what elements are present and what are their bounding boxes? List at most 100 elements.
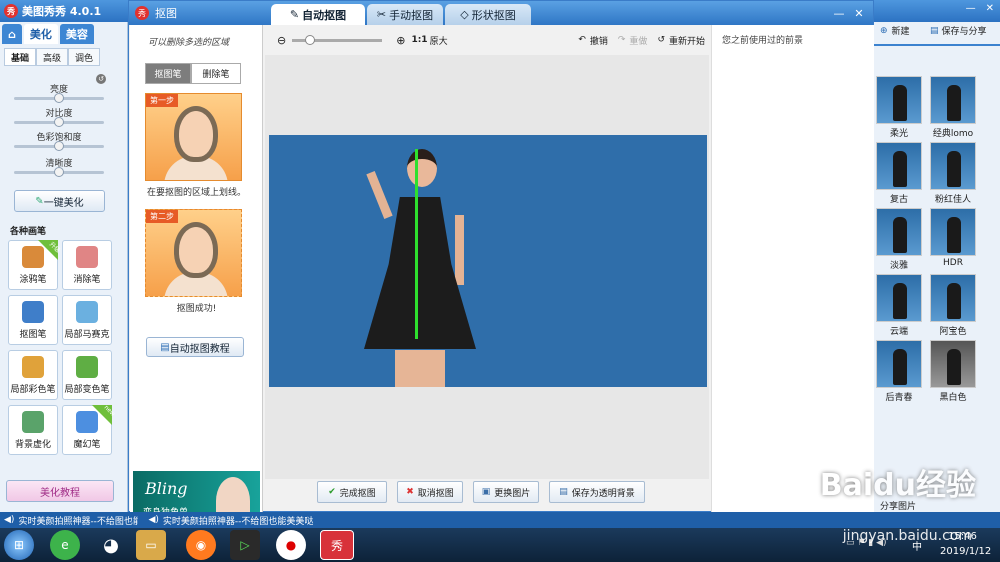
redo-icon: ↷: [617, 35, 626, 45]
effect-thumb-2-0[interactable]: [876, 208, 922, 256]
effect-thumb-1-1[interactable]: [930, 142, 976, 190]
brightness-knob[interactable]: [54, 93, 64, 103]
clock-date[interactable]: 2019/1/12: [940, 546, 991, 557]
effect-figure: [947, 151, 961, 187]
zoom-slider[interactable]: [292, 34, 383, 45]
saturation-slider[interactable]: [14, 141, 104, 151]
subtab-basic[interactable]: 基础: [4, 48, 36, 66]
brush-icon: [22, 301, 44, 323]
brush-tool-2[interactable]: 抠图笔: [8, 295, 58, 345]
effect-figure: [947, 349, 961, 385]
tab-auto-cutout[interactable]: ✎ 自动抠图: [271, 4, 365, 25]
close-button[interactable]: ✕: [851, 5, 867, 21]
taskbar-recorder-icon[interactable]: ●: [276, 530, 306, 560]
status-text-right[interactable]: 实时美颜拍照神器--不给图也能美美哒: [163, 514, 314, 527]
erase-pen-tab[interactable]: 删除笔: [191, 63, 241, 84]
brush-label: 涂鸦笔: [19, 275, 47, 285]
app-close-button[interactable]: ✕: [986, 3, 994, 14]
tab-shape-cutout-label: 形状抠图: [471, 8, 516, 22]
subtab-color[interactable]: 调色: [68, 48, 100, 66]
effect-thumb-2-1[interactable]: [930, 208, 976, 256]
taskbar-explorer-icon[interactable]: ▭: [136, 530, 166, 560]
contrast-slider[interactable]: [14, 117, 104, 127]
effect-thumb-3-0[interactable]: [876, 274, 922, 322]
taskbar-qq-icon[interactable]: ◕: [96, 530, 126, 560]
effect-label: 阿宝色: [939, 327, 967, 337]
magic-wand-icon: ✎: [35, 195, 44, 207]
redo-button[interactable]: 重做: [629, 34, 647, 47]
save-share-button[interactable]: ▤ 保存与分享: [930, 24, 987, 38]
brush-icon: [22, 411, 44, 433]
undo-button[interactable]: 撤销: [590, 34, 608, 47]
auto-cutout-tutorial-button[interactable]: ▤ 自动抠图教程: [146, 337, 244, 357]
brush-tool-6[interactable]: 背景虚化: [8, 405, 58, 455]
zoom-knob[interactable]: [305, 34, 316, 45]
one-click-beautify-button[interactable]: ✎ 一键美化: [14, 190, 105, 212]
beautify-tutorial-label: 美化教程: [40, 487, 80, 499]
pen-icon: ✎: [289, 8, 300, 21]
photo-arm-right: [455, 215, 464, 285]
finish-cutout-button[interactable]: ✔ 完成抠图: [317, 481, 387, 503]
taskbar-360-icon[interactable]: e: [50, 530, 80, 560]
brush-label: 背景虚化: [14, 440, 51, 450]
contrast-knob[interactable]: [54, 117, 64, 127]
brush-label: 抠图笔: [19, 330, 47, 340]
minimize-button[interactable]: —: [831, 5, 847, 21]
save-icon: ▤: [559, 487, 568, 497]
beautify-tutorial-button[interactable]: 美化教程: [6, 480, 114, 502]
effect-label: 黑白色: [939, 393, 967, 403]
subtab-advanced[interactable]: 高级: [36, 48, 68, 66]
restart-button[interactable]: 重新开始: [669, 34, 705, 47]
tab-beautify[interactable]: 美化: [23, 24, 58, 44]
save-transparent-button[interactable]: ▤ 保存为透明背景: [549, 481, 645, 503]
effect-thumb-4-0[interactable]: [876, 340, 922, 388]
effect-thumb-3-1[interactable]: [930, 274, 976, 322]
effect-thumb-0-0[interactable]: [876, 76, 922, 124]
one-click-beautify-label: 一键美化: [43, 197, 84, 209]
brush-tool-7[interactable]: 魔幻笔 new: [62, 404, 116, 455]
saturation-knob[interactable]: [54, 141, 64, 151]
zoom-out-icon[interactable]: ⊖: [277, 34, 286, 47]
taskbar-meitu-icon[interactable]: 秀: [320, 530, 354, 560]
effect-thumb-4-1[interactable]: [930, 340, 976, 388]
photo-canvas[interactable]: [269, 135, 707, 387]
cutout-pen-tab[interactable]: 抠图笔: [145, 63, 191, 84]
tab-home[interactable]: ⌂: [2, 24, 22, 44]
brush-tool-5[interactable]: 局部变色笔: [62, 350, 112, 400]
sharpness-knob[interactable]: [54, 167, 64, 177]
brush-icon: [22, 356, 44, 378]
finish-cutout-label: 完成抠图: [339, 488, 376, 499]
change-image-button[interactable]: ▣ 更换图片: [473, 481, 539, 503]
new-button[interactable]: ⊕ 新建: [880, 24, 910, 38]
tab-shape-cutout[interactable]: ◇ 形状抠图: [445, 4, 531, 25]
brush-tool-1[interactable]: 消除笔: [62, 240, 112, 290]
sharpness-slider[interactable]: [14, 167, 104, 177]
brightness-slider[interactable]: [14, 93, 104, 103]
brush-tool-4[interactable]: 局部彩色笔: [8, 350, 58, 400]
original-size-label[interactable]: 原大: [430, 34, 448, 47]
speaker-icon-2: ◀): [148, 515, 159, 525]
step2-image: 第二步: [145, 209, 242, 297]
brush-icon: [76, 301, 98, 323]
effect-label: 粉红佳人: [934, 195, 971, 205]
ratio-label[interactable]: 1:1: [411, 35, 427, 45]
effect-thumb-0-1[interactable]: [930, 76, 976, 124]
effect-figure: [893, 283, 907, 319]
tab-manual-cutout[interactable]: ✂ 手动抠图: [367, 4, 443, 25]
cancel-cutout-button[interactable]: ✖ 取消抠图: [397, 481, 463, 503]
brush-tool-3[interactable]: 局部马赛克: [62, 295, 112, 345]
watermark-url: jingyan.baidu.com: [842, 528, 972, 544]
tab-makeup[interactable]: 美容: [59, 24, 94, 44]
app-minimize-button[interactable]: —: [966, 3, 976, 14]
brush-tool-0[interactable]: 涂鸦笔 升级: [8, 240, 61, 290]
effect-label: 柔光: [889, 129, 908, 139]
taskbar-iqiyi-icon[interactable]: ▷: [230, 530, 260, 560]
zoom-in-icon[interactable]: ⊕: [396, 34, 405, 47]
hint-text: 可以删除多选的区域: [148, 38, 230, 48]
effect-label: 经典lomo: [932, 129, 974, 139]
status-text-left[interactable]: 实时美颜拍照神器--不给图也能美美哒: [18, 514, 138, 527]
taskbar-firefox-icon[interactable]: ◉: [186, 530, 216, 560]
effect-thumb-1-0[interactable]: [876, 142, 922, 190]
cutout-dialog: 秀 抠图 ✎ 自动抠图 ✂ 手动抠图 ◇ 形状抠图 — ✕ 可以删除多选的区域 抠图笔…: [128, 0, 874, 529]
start-button[interactable]: ⊞: [4, 530, 34, 560]
